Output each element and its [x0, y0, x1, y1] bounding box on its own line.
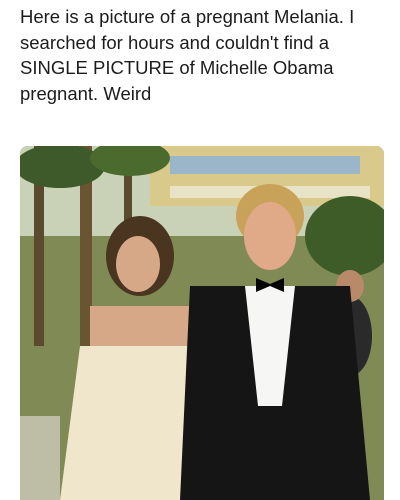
- post-caption: Here is a picture of a pregnant Melania.…: [20, 6, 355, 104]
- post-photo[interactable]: [20, 146, 384, 500]
- photo-placeholder: [20, 146, 384, 500]
- social-post: Here is a picture of a pregnant Melania.…: [0, 0, 400, 500]
